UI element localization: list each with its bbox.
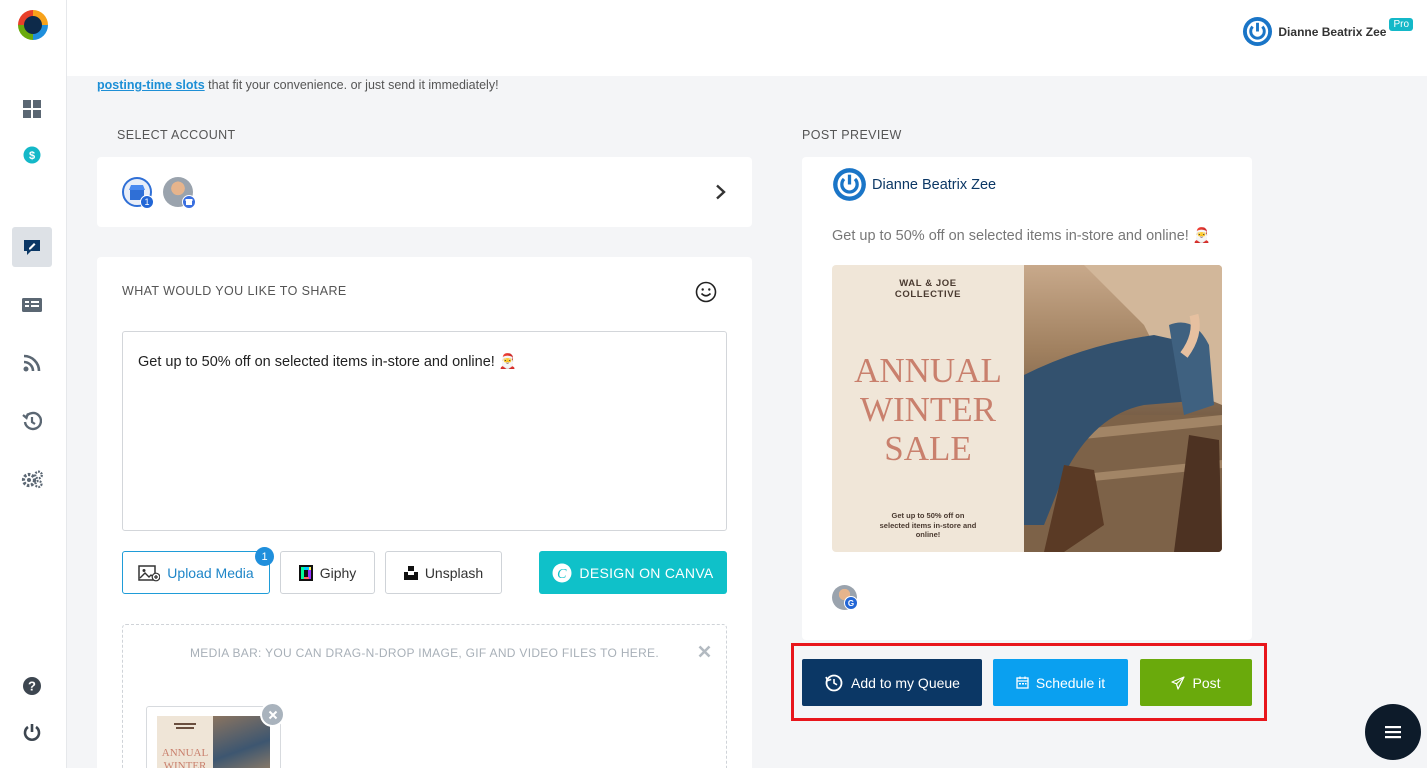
preview-sale-panel: WAL & JOE COLLECTIVE ANNUAL WINTER SALE … [832, 265, 1024, 552]
preview-caption-text: Get up to 50% off on selected items in-s… [879, 511, 977, 539]
close-icon [268, 710, 277, 719]
preview-brand-text: WAL & JOE COLLECTIVE [894, 278, 962, 300]
svg-text:ANNUAL: ANNUAL [162, 747, 209, 759]
dollar-badge-icon: $ [23, 146, 41, 164]
user-menu[interactable]: Dianne Beatrix Zee Pro [1242, 16, 1413, 47]
nav-settings[interactable] [12, 459, 52, 499]
upload-count-badge: 1 [255, 547, 274, 566]
nav-compose[interactable] [12, 227, 52, 267]
gears-icon [21, 470, 43, 489]
giphy-label: Giphy [319, 564, 357, 581]
thumb-sale-art: ANNUAL WINTER [162, 723, 209, 768]
user-name: Dianne Beatrix Zee [1278, 24, 1387, 39]
rss-icon [23, 354, 41, 372]
store-mini-icon [185, 199, 193, 205]
emoji-picker-icon[interactable] [695, 281, 717, 303]
svg-text:G: G [848, 599, 854, 607]
history-icon [22, 411, 42, 431]
nav-posts[interactable] [12, 285, 52, 325]
unsplash-label: Unsplash [424, 564, 484, 581]
upload-media-button[interactable]: Upload Media [122, 551, 270, 594]
design-on-canva-button[interactable]: C DESIGN ON CANVA [539, 551, 727, 594]
upload-media-label: Upload Media [167, 564, 254, 581]
account-count-badge: 1 [140, 195, 154, 209]
giphy-icon [298, 564, 313, 581]
post-preview-label: POST PREVIEW [802, 128, 902, 142]
thumb-photo-panel [213, 716, 270, 768]
intro-text: posting-time slots that fit your conveni… [97, 78, 499, 92]
list-icon [22, 298, 42, 312]
nav-history[interactable] [12, 401, 52, 441]
thumb-sale-panel: ANNUAL WINTER [157, 716, 213, 768]
nav-billing[interactable]: $ [12, 135, 52, 175]
canva-label: DESIGN ON CANVA [579, 564, 714, 581]
hamburger-menu-icon [1385, 726, 1401, 739]
close-media-bar-icon[interactable] [698, 645, 711, 658]
dashboard-icon [23, 100, 41, 118]
svg-text:?: ? [28, 679, 36, 694]
gmb-network-badge [182, 195, 196, 209]
headline-line-1: ANNUAL [854, 351, 1002, 390]
pro-badge: Pro [1389, 18, 1413, 31]
account-selector[interactable]: 1 [97, 157, 752, 227]
nav-help[interactable]: ? [12, 666, 52, 706]
unsplash-button[interactable]: Unsplash [385, 551, 502, 594]
svg-text:WINTER: WINTER [164, 760, 207, 768]
power-icon [23, 724, 41, 741]
preview-photo-art [1024, 265, 1222, 552]
sidebar: $ ? [0, 0, 67, 768]
image-upload-icon [138, 564, 161, 581]
post-text-input[interactable]: Get up to 50% off on selected items in-s… [122, 331, 727, 531]
preview-image: WAL & JOE COLLECTIVE ANNUAL WINTER SALE … [832, 265, 1222, 552]
media-thumbnail[interactable]: ANNUAL WINTER [157, 716, 270, 768]
compose-post-icon [24, 240, 40, 255]
canva-icon: C [552, 563, 572, 582]
help-icon: ? [23, 677, 41, 695]
top-header: Dianne Beatrix Zee Pro [67, 0, 1427, 76]
nav-logout[interactable] [12, 712, 52, 752]
remove-media-button[interactable] [260, 702, 285, 727]
preview-google-badge: G [844, 596, 858, 610]
google-icon: G [848, 599, 854, 607]
media-bar-hint: MEDIA BAR: YOU CAN DRAG-N-DROP IMAGE, GI… [190, 646, 659, 660]
floating-menu-button[interactable] [1365, 704, 1421, 760]
giphy-button[interactable]: Giphy [280, 551, 375, 594]
headline-line-3: SALE [884, 429, 972, 468]
compose-label: WHAT WOULD YOU LIKE TO SHARE [122, 284, 347, 298]
user-power-avatar-icon [1243, 16, 1273, 47]
unsplash-icon [403, 565, 418, 580]
action-buttons-highlight [791, 643, 1267, 721]
svg-text:$: $ [29, 150, 35, 162]
intro-rest: that fit your convenience. or just send … [204, 78, 499, 92]
preview-photo-panel [1024, 265, 1222, 552]
svg-text:C: C [558, 567, 568, 582]
preview-author-name: Dianne Beatrix Zee [872, 177, 997, 193]
app-logo[interactable] [16, 8, 50, 42]
posting-time-slots-link[interactable]: posting-time slots [97, 78, 205, 92]
headline-line-2: WINTER [859, 390, 997, 429]
nav-dashboard[interactable] [12, 89, 52, 129]
nav-feeds[interactable] [12, 343, 52, 383]
select-account-label: SELECT ACCOUNT [117, 128, 236, 142]
preview-author-avatar-icon [833, 168, 866, 201]
preview-headline: ANNUAL WINTER SALE [832, 351, 1024, 468]
preview-text: Get up to 50% off on selected items in-s… [832, 228, 1211, 244]
chevron-right-icon[interactable] [715, 184, 727, 200]
